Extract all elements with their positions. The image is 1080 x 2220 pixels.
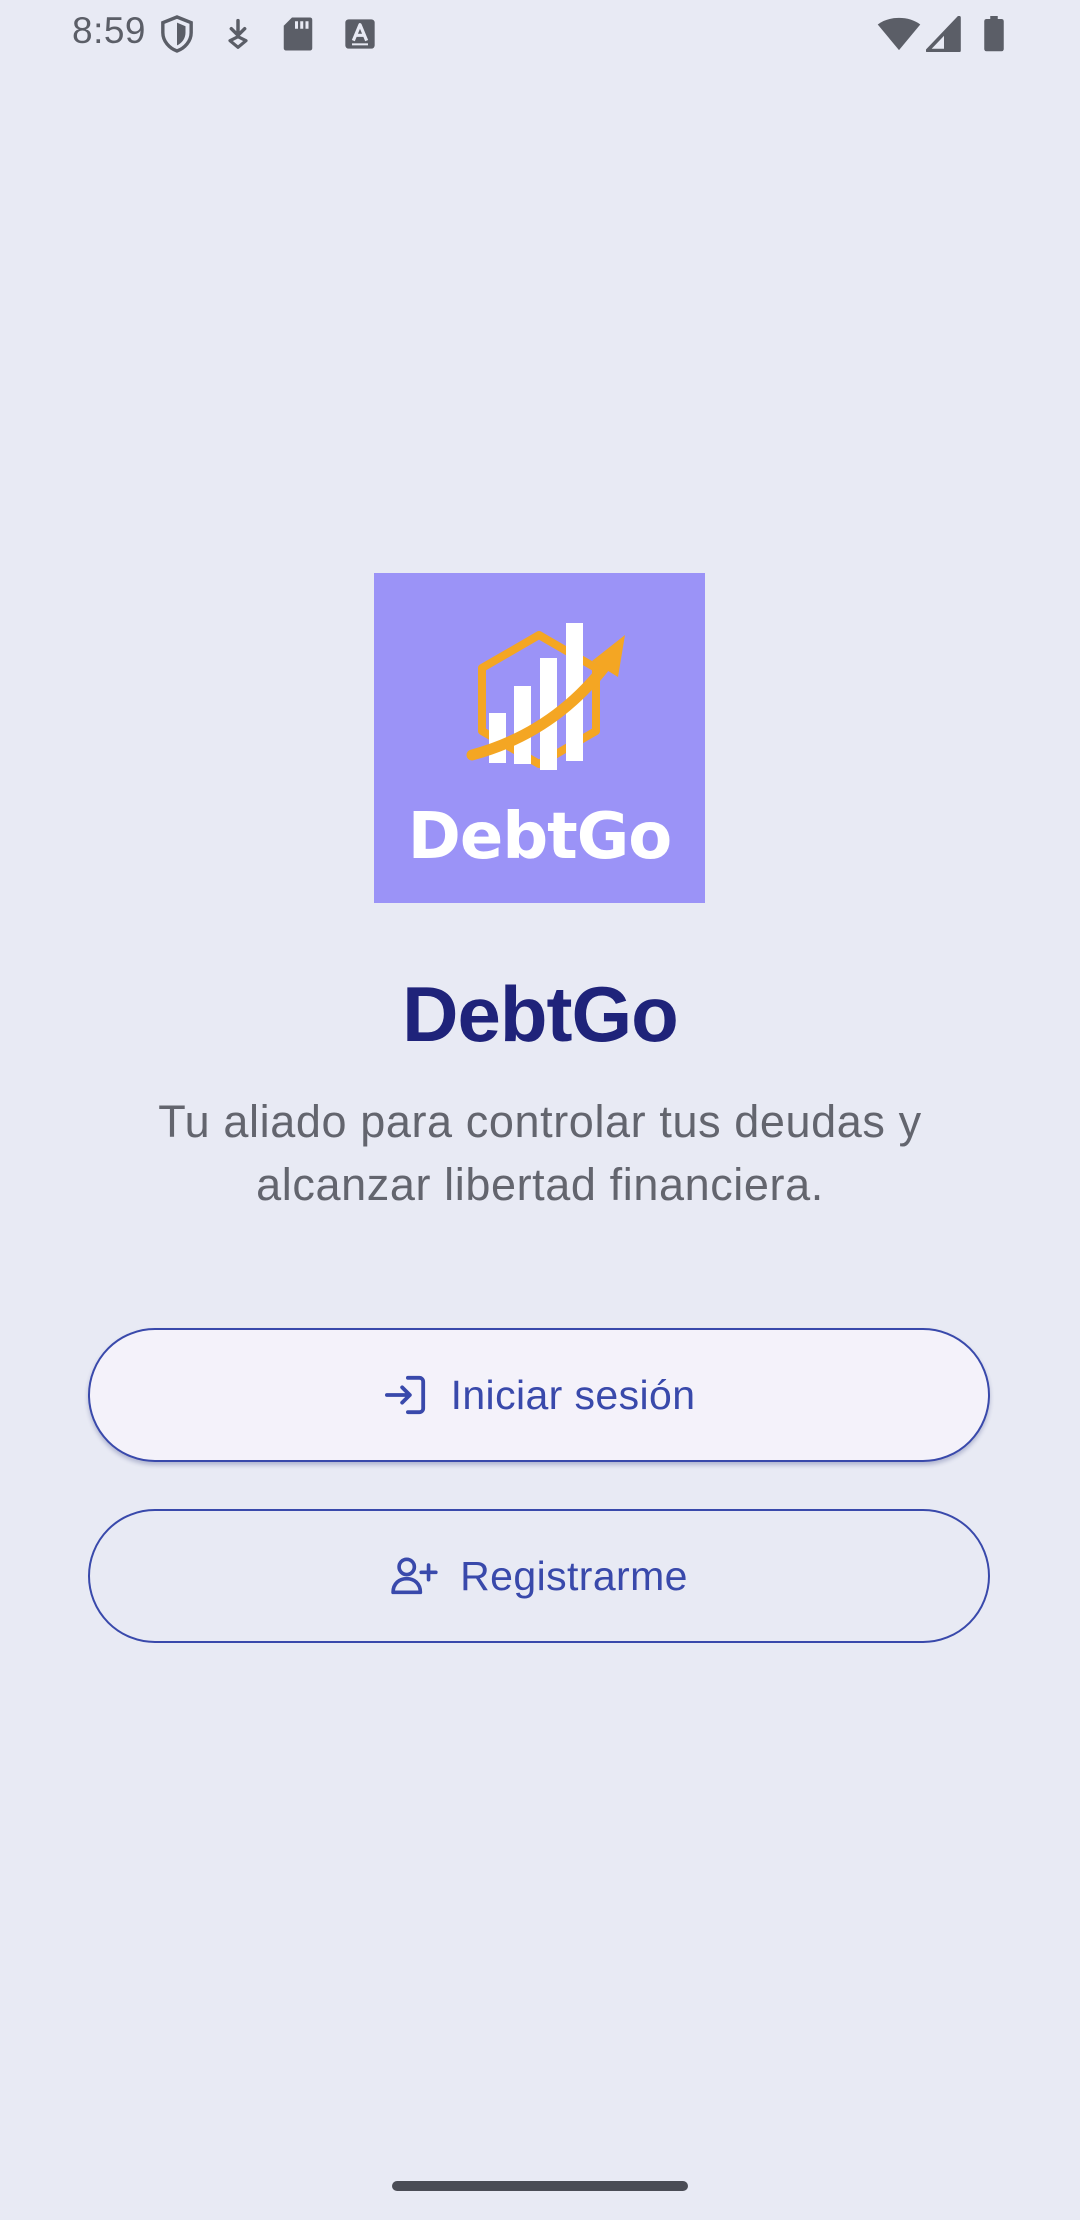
app-logo: DebtGo (374, 573, 705, 903)
register-button-label: Registrarme (460, 1552, 688, 1599)
status-bar: 8:59 (0, 0, 1080, 66)
login-button[interactable]: Iniciar sesión (88, 1328, 990, 1462)
person-add-icon (390, 1556, 438, 1596)
welcome-screen: 8:59 DebtGo DebtGo Tu aliado para contro… (0, 0, 1080, 2220)
battery-icon (974, 14, 1014, 54)
register-button[interactable]: Registrarme (88, 1509, 990, 1643)
login-arrow-icon (383, 1374, 429, 1416)
download-icon (218, 14, 258, 54)
shield-icon (157, 14, 197, 54)
login-button-label: Iniciar sesión (450, 1371, 696, 1418)
gesture-navigation-bar[interactable] (392, 2181, 688, 2191)
keyboard-a-icon (340, 14, 380, 54)
app-tagline: Tu aliado para controlar tus deudas y al… (158, 1096, 922, 1210)
logo-wordmark: DebtGo (407, 800, 672, 874)
app-title: DebtGo (402, 970, 679, 1058)
cellular-signal-icon (924, 14, 964, 54)
sd-card-icon (278, 14, 318, 54)
status-time: 8:59 (72, 10, 147, 51)
wifi-icon (876, 14, 922, 54)
